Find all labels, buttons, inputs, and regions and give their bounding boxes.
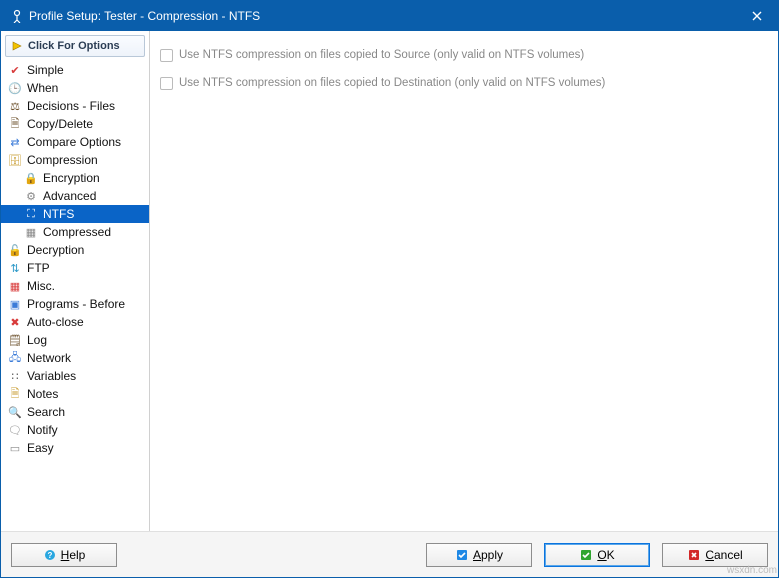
sidebar: Click For Options ✔ Simple 🕒 When ⚖ Decisions…	[1, 31, 150, 531]
compression-icon: 🗄	[7, 152, 23, 168]
nav-item-variables[interactable]: ∷ Variables	[1, 367, 149, 385]
nav-item-compare-options[interactable]: ⇄ Compare Options	[1, 133, 149, 151]
cancel-icon	[687, 548, 701, 562]
nav-item-label: Notify	[27, 423, 58, 437]
nav-item-label: Programs - Before	[27, 297, 125, 311]
button-bar: ? Help Apply OK Cancel	[1, 531, 778, 577]
when-icon: 🕒	[7, 80, 23, 96]
encryption-icon: 🔒	[23, 170, 39, 186]
help-label: Help	[61, 548, 86, 562]
nav-item-label: Notes	[27, 387, 58, 401]
nav-item-label: Compare Options	[27, 135, 121, 149]
nav-item-label: Log	[27, 333, 47, 347]
nav-item-programs-before[interactable]: ▣ Programs - Before	[1, 295, 149, 313]
nav-item-label: Copy/Delete	[27, 117, 93, 131]
nav-item-advanced[interactable]: ⚙ Advanced	[1, 187, 149, 205]
nav-item-copy-delete[interactable]: 🗎 Copy/Delete	[1, 115, 149, 133]
checkbox-source-compression-row: Use NTFS compression on files copied to …	[160, 45, 768, 65]
options-dropdown[interactable]: Click For Options	[5, 35, 145, 57]
cancel-label: Cancel	[705, 548, 742, 562]
nav-item-label: Network	[27, 351, 71, 365]
notes-icon: 🗎	[7, 386, 23, 402]
nav-item-notify[interactable]: 🗨 Notify	[1, 421, 149, 439]
log-icon: 🗒	[7, 332, 23, 348]
checkbox-source-compression[interactable]	[160, 49, 173, 62]
nav-item-label: Easy	[27, 441, 54, 455]
nav-item-label: Auto-close	[27, 315, 84, 329]
help-icon: ?	[43, 548, 57, 562]
apply-icon	[455, 548, 469, 562]
nav-item-log[interactable]: 🗒 Log	[1, 331, 149, 349]
advanced-icon: ⚙	[23, 188, 39, 204]
nav-item-label: Search	[27, 405, 65, 419]
window-title: Profile Setup: Tester - Compression - NT…	[25, 9, 736, 23]
compare-options-icon: ⇄	[7, 134, 23, 150]
copy-delete-icon: 🗎	[7, 116, 23, 132]
notify-icon: 🗨	[7, 422, 23, 438]
nav-item-simple[interactable]: ✔ Simple	[1, 61, 149, 79]
nav-item-notes[interactable]: 🗎 Notes	[1, 385, 149, 403]
close-button[interactable]	[736, 1, 778, 31]
nav-item-search[interactable]: 🔍 Search	[1, 403, 149, 421]
nav-item-compressed[interactable]: ▦ Compressed	[1, 223, 149, 241]
nav-item-easy[interactable]: ▭ Easy	[1, 439, 149, 457]
nav-item-misc[interactable]: ▦ Misc.	[1, 277, 149, 295]
nav-item-encryption[interactable]: 🔒 Encryption	[1, 169, 149, 187]
nav-item-auto-close[interactable]: ✖ Auto-close	[1, 313, 149, 331]
nav-item-label: Compression	[27, 153, 98, 167]
nav-item-when[interactable]: 🕒 When	[1, 79, 149, 97]
apply-button[interactable]: Apply	[426, 543, 532, 567]
nav-item-label: Decryption	[27, 243, 84, 257]
nav-item-label: Simple	[27, 63, 64, 77]
nav-item-label: NTFS	[43, 207, 74, 221]
checkbox-dest-compression-label: Use NTFS compression on files copied to …	[179, 77, 605, 89]
checkbox-dest-compression-row: Use NTFS compression on files copied to …	[160, 73, 768, 93]
network-icon: 🖧	[7, 350, 23, 366]
ntfs-icon: ⛶	[23, 206, 39, 222]
nav-item-label: Decisions - Files	[27, 99, 115, 113]
nav-item-decryption[interactable]: 🔓 Decryption	[1, 241, 149, 259]
checkbox-source-compression-label: Use NTFS compression on files copied to …	[179, 49, 584, 61]
apply-label: Apply	[473, 548, 503, 562]
ok-label: OK	[597, 548, 614, 562]
svg-text:?: ?	[47, 551, 52, 560]
nav-item-label: FTP	[27, 261, 50, 275]
compressed-icon: ▦	[23, 224, 39, 240]
decryption-icon: 🔓	[7, 242, 23, 258]
easy-icon: ▭	[7, 440, 23, 456]
nav-item-label: Compressed	[43, 225, 111, 239]
nav-item-ntfs[interactable]: ⛶ NTFS	[1, 205, 149, 223]
ok-button[interactable]: OK	[544, 543, 650, 567]
ok-icon	[579, 548, 593, 562]
main-panel: Use NTFS compression on files copied to …	[150, 31, 778, 531]
nav-item-label: Misc.	[27, 279, 55, 293]
auto-close-icon: ✖	[7, 314, 23, 330]
programs-before-icon: ▣	[7, 296, 23, 312]
cancel-button[interactable]: Cancel	[662, 543, 768, 567]
misc-icon: ▦	[7, 278, 23, 294]
nav-item-label: Encryption	[43, 171, 100, 185]
watermark: wsxdn.com	[727, 565, 777, 576]
nav-item-label: Advanced	[43, 189, 96, 203]
title-bar: Profile Setup: Tester - Compression - NT…	[1, 1, 778, 31]
nav-tree: ✔ Simple 🕒 When ⚖ Decisions - Files 🗎 Copy/Dele…	[1, 61, 149, 531]
nav-item-ftp[interactable]: ⇅ FTP	[1, 259, 149, 277]
ftp-icon: ⇅	[7, 260, 23, 276]
nav-item-decisions-files[interactable]: ⚖ Decisions - Files	[1, 97, 149, 115]
help-button[interactable]: ? Help	[11, 543, 117, 567]
search-icon: 🔍	[7, 404, 23, 420]
nav-item-compression[interactable]: 🗄 Compression	[1, 151, 149, 169]
app-icon	[9, 9, 25, 23]
decisions-files-icon: ⚖	[7, 98, 23, 114]
options-label: Click For Options	[28, 40, 120, 52]
simple-icon: ✔	[7, 62, 23, 78]
checkbox-dest-compression[interactable]	[160, 77, 173, 90]
nav-item-network[interactable]: 🖧 Network	[1, 349, 149, 367]
arrow-dot-icon	[10, 40, 24, 52]
dialog-body: Click For Options ✔ Simple 🕒 When ⚖ Decisions…	[1, 31, 778, 531]
variables-icon: ∷	[7, 368, 23, 384]
nav-item-label: Variables	[27, 369, 76, 383]
nav-item-label: When	[27, 81, 58, 95]
